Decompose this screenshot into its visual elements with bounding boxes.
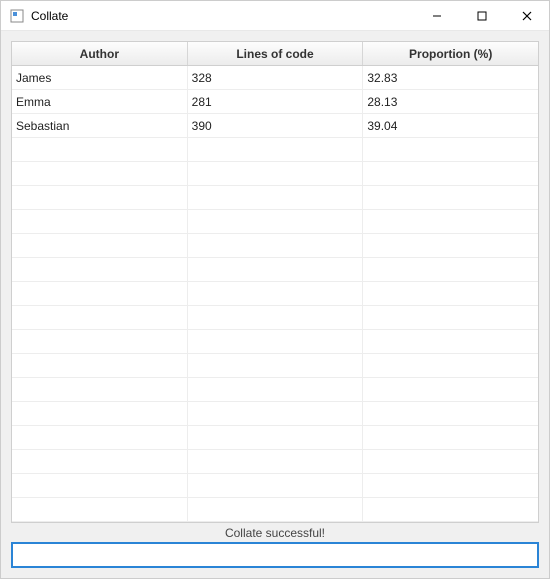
table-row-empty bbox=[12, 426, 538, 450]
cell-empty bbox=[188, 162, 364, 185]
cell-empty bbox=[363, 426, 538, 449]
command-bar bbox=[11, 542, 539, 572]
cell-author: Sebastian bbox=[12, 114, 188, 137]
cell-empty bbox=[12, 330, 188, 353]
cell-empty bbox=[188, 354, 364, 377]
cell-empty bbox=[188, 426, 364, 449]
column-header-author[interactable]: Author bbox=[12, 42, 188, 65]
cell-lines: 390 bbox=[188, 114, 364, 137]
cell-empty bbox=[188, 234, 364, 257]
table-row-empty bbox=[12, 282, 538, 306]
cell-empty bbox=[188, 330, 364, 353]
table-header-row: Author Lines of code Proportion (%) bbox=[12, 42, 538, 66]
cell-proportion: 32.83 bbox=[363, 66, 538, 89]
cell-empty bbox=[12, 306, 188, 329]
cell-empty bbox=[188, 378, 364, 401]
app-window: Collate Author Lines of code Proportion … bbox=[0, 0, 550, 579]
cell-empty bbox=[188, 450, 364, 473]
table-row[interactable]: Sebastian39039.04 bbox=[12, 114, 538, 138]
cell-empty bbox=[363, 474, 538, 497]
cell-empty bbox=[188, 210, 364, 233]
table-row-empty bbox=[12, 354, 538, 378]
cell-empty bbox=[363, 306, 538, 329]
table-row-empty bbox=[12, 402, 538, 426]
minimize-button[interactable] bbox=[414, 1, 459, 30]
table-row-empty bbox=[12, 378, 538, 402]
cell-empty bbox=[188, 474, 364, 497]
cell-empty bbox=[188, 138, 364, 161]
cell-empty bbox=[12, 258, 188, 281]
cell-empty bbox=[12, 402, 188, 425]
cell-lines: 328 bbox=[188, 66, 364, 89]
cell-empty bbox=[363, 210, 538, 233]
cell-empty bbox=[188, 306, 364, 329]
cell-author: Emma bbox=[12, 90, 188, 113]
cell-empty bbox=[12, 498, 188, 521]
table-row-empty bbox=[12, 498, 538, 522]
maximize-button[interactable] bbox=[459, 1, 504, 30]
cell-empty bbox=[12, 138, 188, 161]
cell-empty bbox=[12, 162, 188, 185]
cell-empty bbox=[363, 282, 538, 305]
table-row-empty bbox=[12, 474, 538, 498]
cell-lines: 281 bbox=[188, 90, 364, 113]
cell-empty bbox=[12, 210, 188, 233]
cell-empty bbox=[12, 282, 188, 305]
cell-proportion: 28.13 bbox=[363, 90, 538, 113]
cell-empty bbox=[363, 450, 538, 473]
table-body: James32832.83Emma28128.13Sebastian39039.… bbox=[12, 66, 538, 522]
cell-empty bbox=[363, 162, 538, 185]
cell-author: James bbox=[12, 66, 188, 89]
table-row-empty bbox=[12, 138, 538, 162]
cell-proportion: 39.04 bbox=[363, 114, 538, 137]
cell-empty bbox=[363, 378, 538, 401]
titlebar: Collate bbox=[1, 1, 549, 31]
cell-empty bbox=[363, 330, 538, 353]
table-row-empty bbox=[12, 330, 538, 354]
cell-empty bbox=[12, 426, 188, 449]
app-icon bbox=[9, 8, 25, 24]
command-input[interactable] bbox=[11, 542, 539, 568]
cell-empty bbox=[188, 282, 364, 305]
cell-empty bbox=[188, 186, 364, 209]
results-table[interactable]: Author Lines of code Proportion (%) Jame… bbox=[11, 41, 539, 523]
table-row[interactable]: James32832.83 bbox=[12, 66, 538, 90]
table-row-empty bbox=[12, 450, 538, 474]
cell-empty bbox=[12, 354, 188, 377]
cell-empty bbox=[188, 402, 364, 425]
cell-empty bbox=[12, 474, 188, 497]
content-area: Author Lines of code Proportion (%) Jame… bbox=[1, 31, 549, 578]
table-row-empty bbox=[12, 234, 538, 258]
cell-empty bbox=[363, 186, 538, 209]
cell-empty bbox=[363, 354, 538, 377]
cell-empty bbox=[363, 234, 538, 257]
table-row-empty bbox=[12, 162, 538, 186]
cell-empty bbox=[12, 234, 188, 257]
column-header-proportion[interactable]: Proportion (%) bbox=[363, 42, 538, 65]
table-row-empty bbox=[12, 306, 538, 330]
cell-empty bbox=[12, 186, 188, 209]
cell-empty bbox=[363, 498, 538, 521]
column-header-lines[interactable]: Lines of code bbox=[188, 42, 364, 65]
cell-empty bbox=[12, 378, 188, 401]
table-row-empty bbox=[12, 210, 538, 234]
window-controls bbox=[414, 1, 549, 30]
table-row-empty bbox=[12, 258, 538, 282]
cell-empty bbox=[363, 402, 538, 425]
close-button[interactable] bbox=[504, 1, 549, 30]
status-message: Collate successful! bbox=[11, 523, 539, 542]
window-title: Collate bbox=[31, 9, 414, 23]
cell-empty bbox=[363, 138, 538, 161]
table-row-empty bbox=[12, 186, 538, 210]
cell-empty bbox=[188, 498, 364, 521]
cell-empty bbox=[188, 258, 364, 281]
cell-empty bbox=[363, 258, 538, 281]
cell-empty bbox=[12, 450, 188, 473]
table-row[interactable]: Emma28128.13 bbox=[12, 90, 538, 114]
